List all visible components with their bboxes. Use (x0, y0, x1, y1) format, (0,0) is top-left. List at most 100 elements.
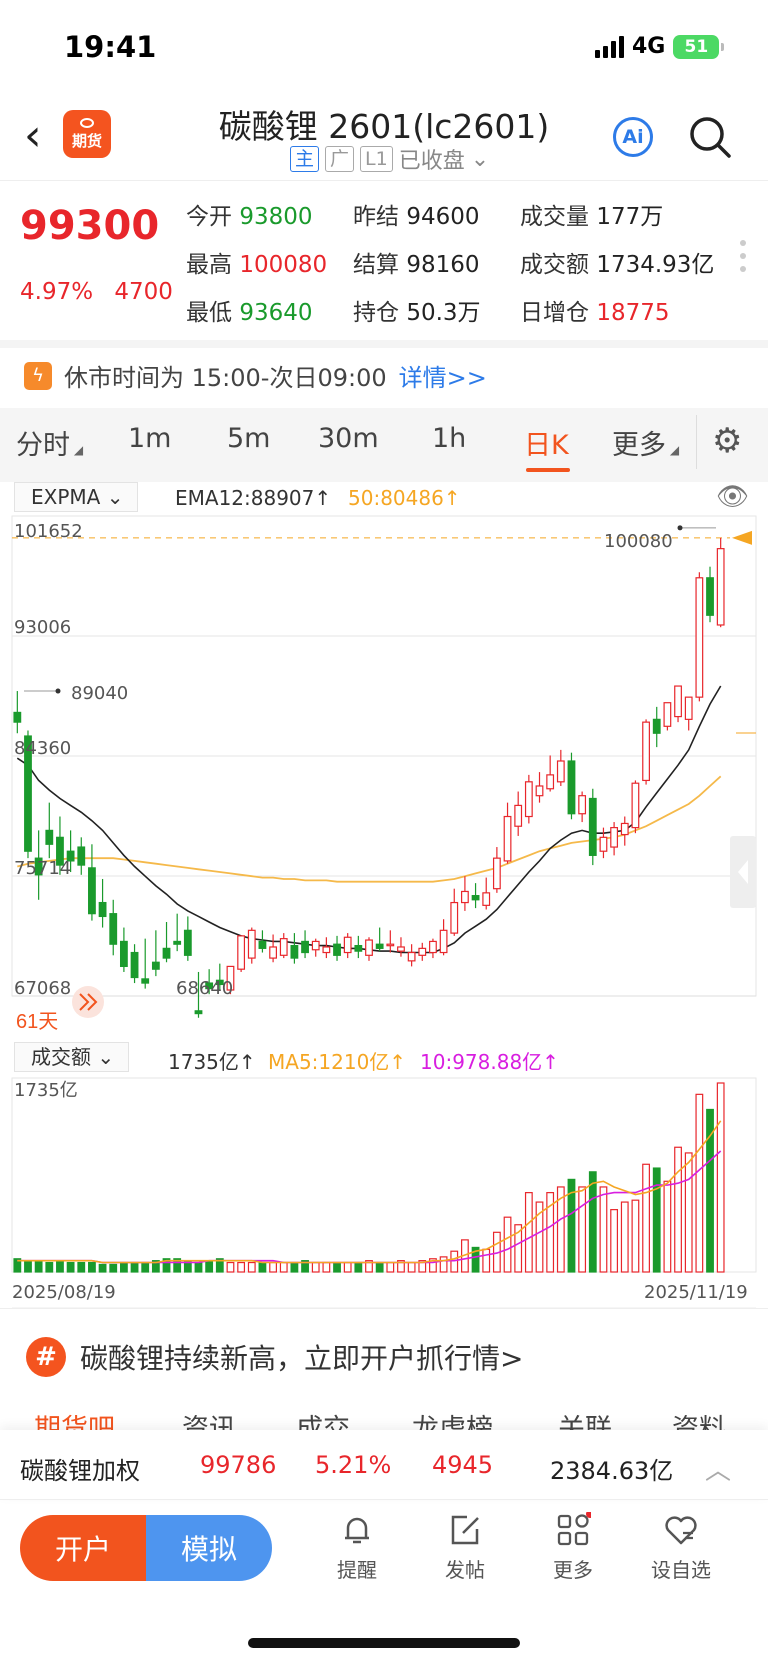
candle-body (109, 913, 118, 945)
open-account-button[interactable]: 开户 (20, 1515, 146, 1581)
bell-icon (345, 1517, 369, 1544)
volume-max-label: 1735亿 (14, 1080, 78, 1101)
tab-trades[interactable]: 成交 (296, 1408, 350, 1430)
nav-more[interactable]: 更多 (528, 1512, 618, 1583)
candle (546, 755, 555, 792)
candle-body (237, 935, 246, 970)
candle-body (429, 940, 437, 954)
simulate-button[interactable]: 模拟 (146, 1515, 272, 1581)
candle (503, 802, 512, 864)
candle-body (407, 951, 416, 962)
candle (642, 719, 650, 785)
candle-body (546, 774, 555, 790)
banner-text: 碳酸锂持续新高，立即开户抓行情> (80, 1342, 524, 1375)
volume-bar (588, 1171, 597, 1273)
chevron-up-icon[interactable]: ︿ (705, 1450, 731, 1487)
x-start-label: 2025/08/19 (12, 1282, 116, 1303)
volume-bar (674, 1146, 682, 1273)
tab-news[interactable]: 资讯 (182, 1408, 236, 1430)
tab-profile[interactable]: 资料 (672, 1408, 726, 1430)
candle-body (663, 702, 672, 727)
candle (567, 752, 576, 820)
volume-bar (56, 1260, 64, 1273)
y-tick: 67068 (14, 978, 71, 999)
candle (588, 788, 597, 866)
candle-body (642, 721, 650, 782)
candle-body (258, 940, 267, 949)
candle (492, 847, 501, 893)
candle-body (610, 827, 619, 848)
volume-bar (354, 1261, 363, 1273)
candle (13, 691, 22, 734)
candle-body (588, 797, 597, 856)
candle (695, 572, 704, 702)
tab-rankings[interactable]: 龙虎榜 (412, 1408, 493, 1430)
tab-forum[interactable]: 期货吧 (34, 1408, 115, 1430)
volume-bar (652, 1167, 661, 1273)
candle-body (290, 944, 299, 959)
candle-body (130, 951, 139, 979)
tab-related[interactable]: 关联 (558, 1408, 612, 1430)
volume-bar (66, 1261, 75, 1273)
nav-watchlist[interactable]: 设自选 (636, 1512, 726, 1583)
volume-bar (610, 1209, 619, 1273)
candle (407, 944, 416, 967)
candle-body (492, 857, 501, 890)
nav-post[interactable]: 发帖 (420, 1512, 510, 1583)
candle (98, 878, 107, 928)
volume-bar (322, 1261, 331, 1273)
candle-body (13, 711, 22, 723)
candle (247, 927, 256, 964)
candle (237, 935, 246, 972)
candle-body (695, 577, 704, 698)
candle (578, 791, 587, 823)
volume-bar (684, 1152, 693, 1273)
nav-alert[interactable]: 提醒 (312, 1512, 402, 1583)
candle-body (706, 577, 714, 616)
candle (301, 930, 309, 959)
volume-bar (642, 1163, 650, 1273)
candle (375, 927, 384, 952)
volume-bar (695, 1093, 704, 1273)
candle (461, 876, 469, 911)
x-end-label: 2025/11/19 (644, 1282, 748, 1303)
volume-bars (13, 1082, 725, 1273)
volume-bar (578, 1186, 587, 1273)
home-indicator (248, 1638, 520, 1648)
candle (674, 685, 682, 723)
promo-banner[interactable]: # 碳酸锂持续新高，立即开户抓行情> (26, 1337, 523, 1377)
candle-body (247, 929, 256, 959)
candle-body (183, 929, 192, 956)
candle (141, 938, 150, 989)
volume-bar (503, 1216, 512, 1273)
volume-bar (450, 1250, 459, 1273)
candle-body (567, 760, 576, 815)
y-tick: 101652 (14, 521, 83, 542)
volume-bar (343, 1261, 352, 1273)
candle-body (556, 760, 565, 783)
candle (524, 774, 533, 824)
candle (77, 837, 86, 875)
candle-body (354, 944, 363, 952)
volume-bar (247, 1261, 256, 1273)
weighted-index-row[interactable]: 碳酸锂加权 99786 5.21% 4945 2384.63亿 ︿ (0, 1430, 768, 1500)
left-marker-dot (55, 688, 61, 694)
candle-body (119, 940, 128, 968)
volume-bar (620, 1201, 629, 1273)
volume-bar (205, 1260, 214, 1273)
volume-bar (34, 1260, 43, 1273)
candle-body (88, 867, 96, 915)
candle-body (578, 795, 587, 815)
candle-body (194, 1010, 203, 1015)
candle-body (141, 978, 150, 984)
candle-body (269, 946, 277, 959)
candle (439, 919, 448, 956)
candle-body (311, 940, 320, 951)
candle-body (365, 939, 373, 956)
candle (119, 927, 128, 972)
candle (322, 937, 331, 959)
candle-body (514, 804, 523, 827)
candle-body (397, 946, 405, 952)
candle (279, 933, 288, 959)
ema12-line (16, 685, 722, 954)
